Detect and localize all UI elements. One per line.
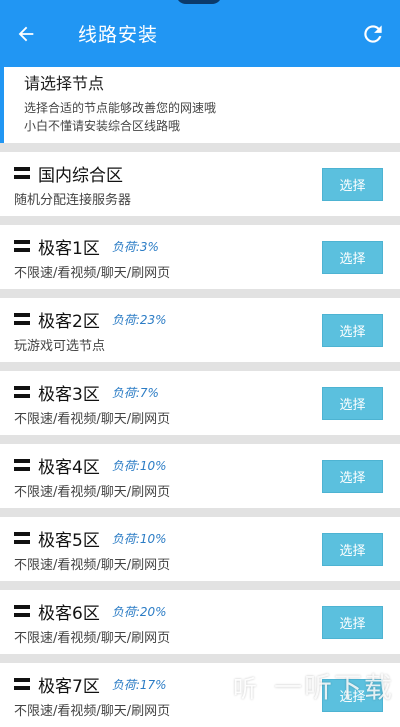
menu-icon (14, 313, 30, 325)
info-panel: 请选择节点 选择合适的节点能够改善您的网速哦 小白不懂请安装综合区线路哦 (0, 67, 400, 143)
node-name: 国内综合区 (38, 165, 123, 186)
node-load: 负荷:20% (111, 604, 167, 619)
refresh-button[interactable] (360, 21, 386, 47)
info-heading: 请选择节点 (24, 74, 105, 93)
node-item: 极客1区 负荷:3% 不限速/看视频/聊天/刷网页 选择 (0, 225, 400, 289)
node-desc: 不限速/看视频/聊天/刷网页 (14, 412, 171, 427)
back-button[interactable] (0, 0, 52, 67)
node-name: 极客2区 (38, 311, 100, 332)
select-button[interactable]: 选择 (322, 533, 383, 566)
watermark-logo-icon: 听 (223, 664, 268, 708)
menu-icon (14, 386, 30, 398)
page-title: 线路安装 (78, 24, 159, 46)
select-button[interactable]: 选择 (322, 168, 383, 201)
menu-icon (14, 240, 30, 252)
node-name: 极客3区 (38, 384, 100, 405)
node-load: 负荷:10% (111, 458, 167, 473)
node-desc: 不限速/看视频/聊天/刷网页 (14, 558, 171, 573)
node-desc: 不限速/看视频/聊天/刷网页 (14, 266, 171, 281)
select-button[interactable]: 选择 (322, 387, 383, 420)
arrow-left-icon (18, 26, 34, 41)
status-notch (176, 0, 222, 4)
menu-icon (14, 167, 30, 179)
select-button[interactable]: 选择 (322, 241, 383, 274)
node-load: 负荷:23% (111, 312, 167, 327)
menu-icon (14, 459, 30, 471)
menu-icon (14, 532, 30, 544)
node-desc: 不限速/看视频/聊天/刷网页 (14, 631, 171, 646)
select-button[interactable]: 选择 (322, 606, 383, 639)
node-name: 极客4区 (38, 457, 100, 478)
node-name: 极客1区 (38, 238, 100, 259)
info-line-2: 小白不懂请安装综合区线路哦 (24, 119, 181, 133)
refresh-icon (364, 25, 382, 43)
node-desc: 玩游戏可选节点 (14, 339, 106, 354)
node-name: 极客7区 (38, 676, 100, 697)
node-item: 极客5区 负荷:10% 不限速/看视频/聊天/刷网页 选择 (0, 517, 400, 581)
select-button[interactable]: 选择 (322, 314, 383, 347)
node-name: 极客6区 (38, 603, 100, 624)
app-bar: 线路安装 (0, 0, 400, 67)
node-desc: 不限速/看视频/聊天/刷网页 (14, 485, 171, 500)
node-name: 极客5区 (38, 530, 100, 551)
info-line-1: 选择合适的节点能够改善您的网速哦 (24, 101, 217, 115)
watermark: 听 一听下载 (223, 664, 394, 708)
node-desc: 随机分配连接服务器 (14, 193, 132, 208)
node-item: 国内综合区 随机分配连接服务器 选择 (0, 152, 400, 216)
node-load: 负荷:17% (111, 677, 167, 692)
node-load: 负荷:3% (111, 239, 159, 254)
menu-icon (14, 605, 30, 617)
node-item: 极客2区 负荷:23% 玩游戏可选节点 选择 (0, 298, 400, 362)
menu-icon (14, 678, 30, 690)
node-item: 极客4区 负荷:10% 不限速/看视频/聊天/刷网页 选择 (0, 444, 400, 508)
node-item: 极客6区 负荷:20% 不限速/看视频/聊天/刷网页 选择 (0, 590, 400, 654)
node-item: 极客3区 负荷:7% 不限速/看视频/聊天/刷网页 选择 (0, 371, 400, 435)
node-load: 负荷:10% (111, 531, 167, 546)
watermark-text: 一听下载 (273, 671, 394, 704)
select-button[interactable]: 选择 (322, 460, 383, 493)
node-load: 负荷:7% (111, 385, 159, 400)
